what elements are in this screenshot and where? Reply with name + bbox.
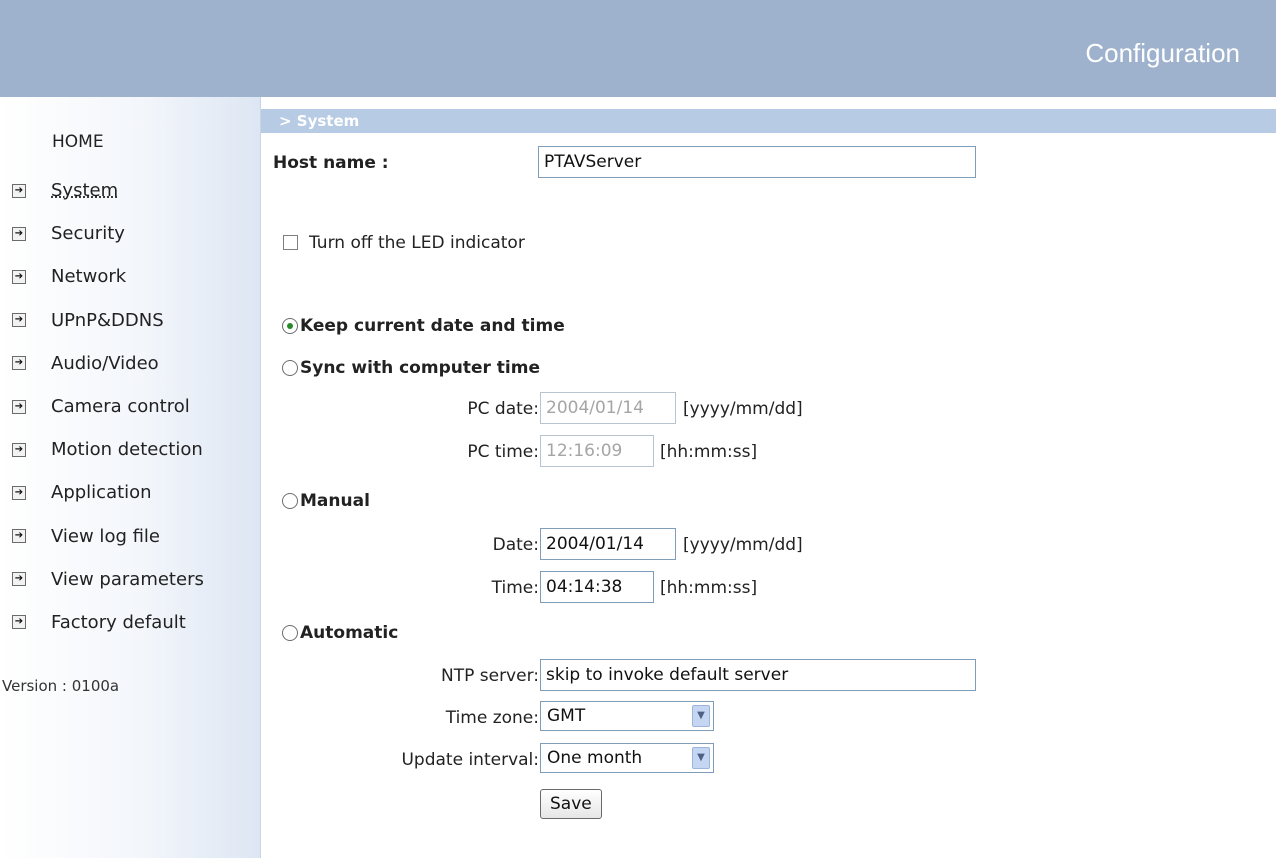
pc-date-format: [yyyy/mm/dd]: [683, 399, 803, 419]
pc-time-field: 12:16:09: [540, 435, 654, 467]
sidebar-item-label: Factory default: [51, 611, 186, 633]
page-title: Configuration: [1085, 38, 1240, 68]
arrow-right-icon: ➔: [12, 399, 26, 414]
automatic-time-label: Automatic: [300, 623, 399, 643]
led-off-checkbox[interactable]: [283, 235, 298, 250]
sidebar-item-network[interactable]: ➔ Network: [12, 255, 204, 298]
keep-time-radio[interactable]: [282, 318, 298, 334]
update-interval-select[interactable]: One month ▼: [540, 743, 714, 773]
firmware-version: Version : 0100a: [2, 677, 120, 695]
ntp-server-input[interactable]: skip to invoke default server: [540, 659, 976, 691]
manual-time-radio[interactable]: [282, 493, 298, 509]
sidebar-item-label: UPnP&DDNS: [51, 309, 164, 331]
arrow-right-icon: ➔: [12, 226, 26, 241]
sidebar-item-label: Security: [51, 223, 125, 245]
time-input[interactable]: 04:14:38: [540, 571, 654, 603]
keep-time-label: Keep current date and time: [300, 316, 565, 336]
sidebar-item-label: System: [51, 180, 119, 202]
date-format: [yyyy/mm/dd]: [683, 535, 803, 555]
update-interval-value: One month: [547, 748, 643, 768]
arrow-right-icon: ➔: [12, 356, 26, 371]
time-zone-select[interactable]: GMT ▼: [540, 701, 714, 731]
sidebar-home-link[interactable]: HOME: [52, 132, 104, 152]
pc-time-label: PC time:: [467, 442, 539, 462]
sidebar-item-label: Network: [51, 266, 127, 288]
sidebar-item-motion-detection[interactable]: ➔ Motion detection: [12, 428, 204, 471]
chevron-down-icon[interactable]: ▼: [692, 747, 710, 769]
sidebar-item-label: View log file: [51, 525, 161, 547]
host-name-label: Host name :: [273, 153, 389, 173]
host-name-input[interactable]: PTAVServer: [538, 146, 976, 178]
sync-time-label: Sync with computer time: [300, 358, 541, 378]
ntp-server-label: NTP server:: [441, 666, 539, 686]
update-interval-label: Update interval:: [401, 750, 539, 770]
arrow-right-icon: ➔: [12, 183, 26, 198]
sidebar-item-label: Application: [51, 482, 152, 504]
date-input[interactable]: 2004/01/14: [540, 528, 676, 560]
time-zone-value: GMT: [547, 706, 586, 726]
sidebar-item-label: Motion detection: [51, 439, 203, 461]
arrow-right-icon: ➔: [12, 442, 26, 457]
pc-time-format: [hh:mm:ss]: [660, 442, 758, 462]
time-label: Time:: [491, 578, 539, 598]
automatic-time-radio[interactable]: [282, 625, 298, 641]
arrow-right-icon: ➔: [12, 485, 26, 500]
time-format: [hh:mm:ss]: [660, 578, 758, 598]
section-header: > System: [261, 109, 1276, 133]
sidebar-divider: [260, 97, 261, 858]
save-button[interactable]: Save: [540, 789, 602, 819]
sidebar-item-upnp-ddns[interactable]: ➔ UPnP&DDNS: [12, 299, 204, 342]
arrow-right-icon: ➔: [12, 269, 26, 284]
pc-date-label: PC date:: [467, 399, 539, 419]
date-label: Date:: [492, 535, 539, 555]
sidebar-item-view-parameters[interactable]: ➔ View parameters: [12, 558, 204, 601]
manual-time-label: Manual: [300, 491, 370, 511]
sidebar-item-view-log-file[interactable]: ➔ View log file: [12, 515, 204, 558]
sidebar-item-label: Camera control: [51, 396, 190, 418]
sidebar-nav: ➔ System ➔ Security ➔ Network ➔ UPnP&DDN…: [12, 169, 204, 644]
sidebar-item-audio-video[interactable]: ➔ Audio/Video: [12, 342, 204, 385]
sidebar-item-security[interactable]: ➔ Security: [12, 212, 204, 255]
chevron-down-icon[interactable]: ▼: [692, 705, 710, 727]
arrow-right-icon: ➔: [12, 615, 26, 630]
arrow-right-icon: ➔: [12, 572, 26, 587]
section-title: > System: [279, 112, 360, 130]
sidebar-item-system[interactable]: ➔ System: [12, 169, 204, 212]
led-off-label: Turn off the LED indicator: [309, 233, 525, 253]
arrow-right-icon: ➔: [12, 529, 26, 544]
pc-date-field: 2004/01/14: [540, 392, 676, 424]
sidebar-item-camera-control[interactable]: ➔ Camera control: [12, 385, 204, 428]
sidebar-item-label: Audio/Video: [51, 352, 159, 374]
sidebar-item-factory-default[interactable]: ➔ Factory default: [12, 601, 204, 644]
arrow-right-icon: ➔: [12, 313, 26, 328]
time-zone-label: Time zone:: [445, 708, 539, 728]
top-banner: Configuration: [0, 0, 1276, 97]
sidebar-item-label: View parameters: [51, 568, 204, 590]
sync-time-radio[interactable]: [282, 360, 298, 376]
sidebar-item-application[interactable]: ➔ Application: [12, 471, 204, 514]
